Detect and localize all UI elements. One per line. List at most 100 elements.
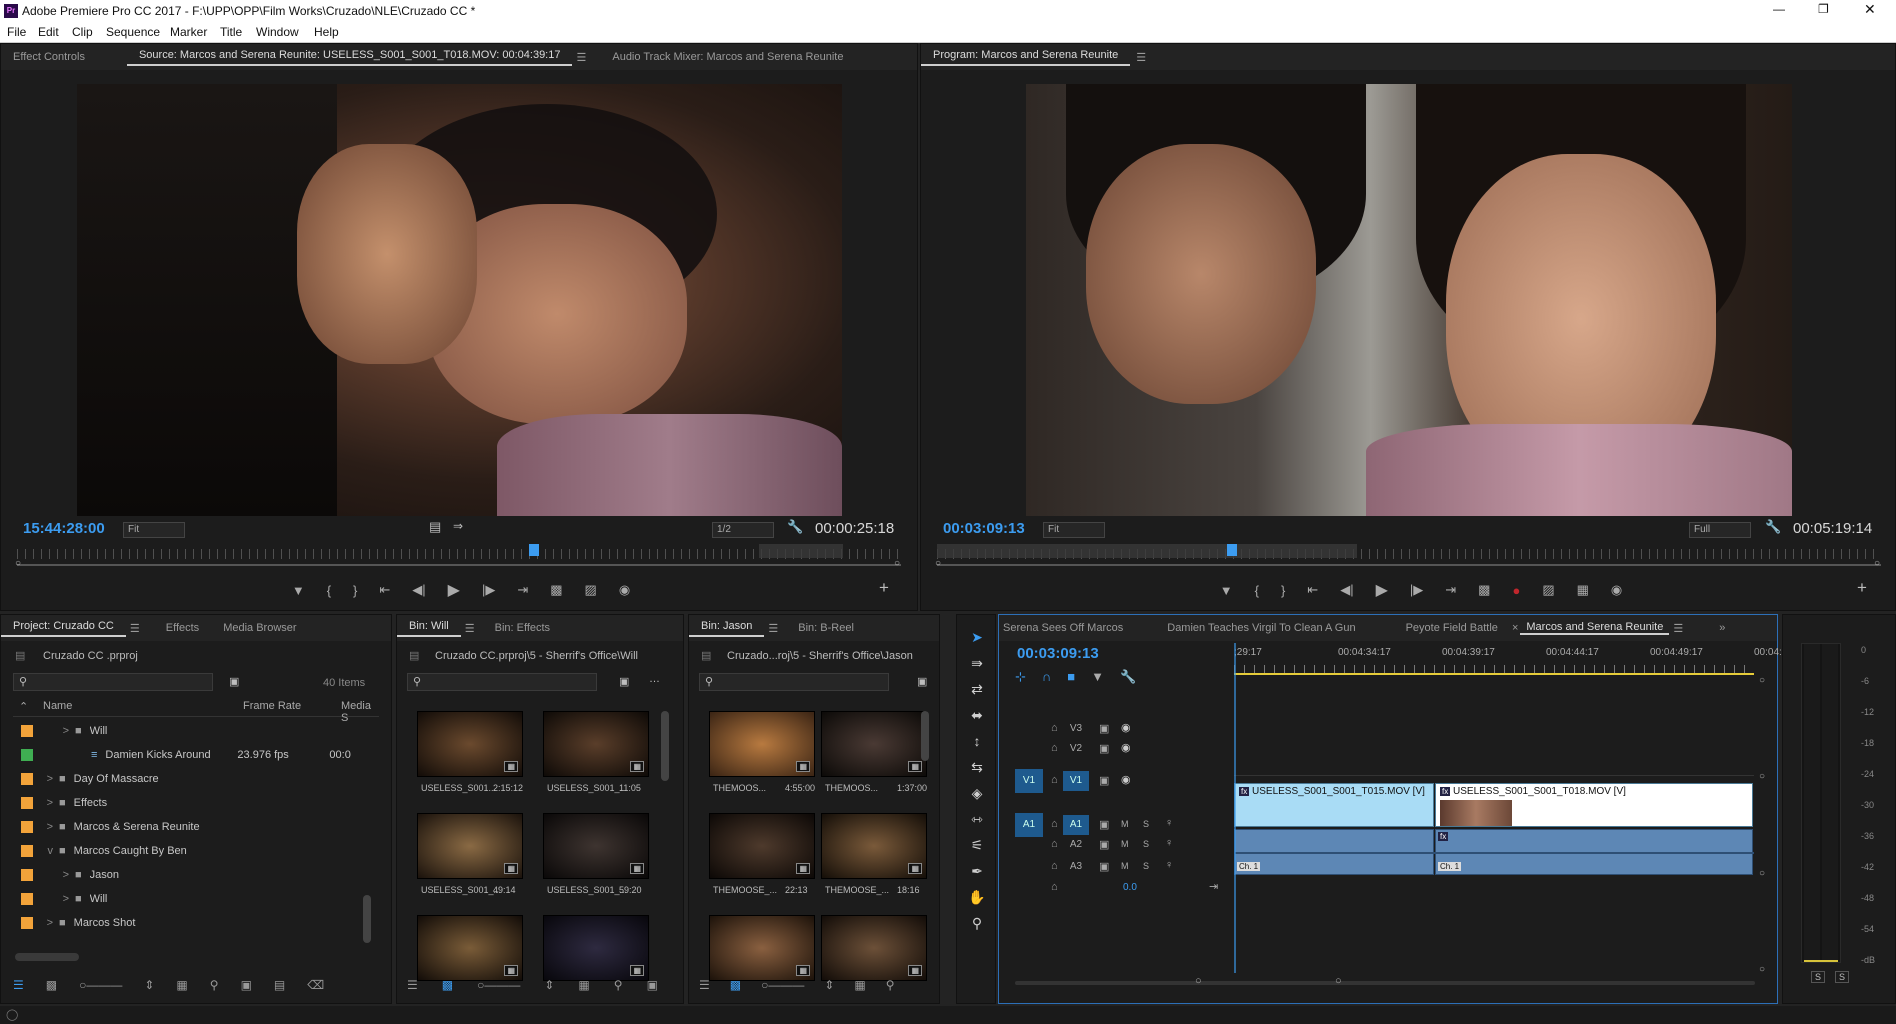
add-marker-icon[interactable]: ▼: [292, 583, 305, 598]
razor-tool-icon[interactable]: ◈: [965, 781, 989, 805]
solo-button[interactable]: S: [1143, 819, 1149, 829]
tab-program[interactable]: Program: Marcos and Serena Reunite: [921, 49, 1131, 66]
sort-icons-icon[interactable]: ⇕: [144, 978, 154, 992]
project-row[interactable]: > ■ Will: [13, 719, 379, 743]
ripple-edit-tool-icon[interactable]: ⇄: [965, 677, 989, 701]
track-header-a3[interactable]: ⌂ A3 ▣ M S ♀: [1009, 857, 1229, 877]
column-name[interactable]: Name: [43, 700, 72, 712]
sort-icon[interactable]: ⌃: [19, 700, 28, 713]
program-resolution-dropdown[interactable]: Full: [1689, 522, 1751, 538]
menu-edit[interactable]: Edit: [38, 25, 59, 39]
bin-jason-scrollbar[interactable]: [921, 711, 929, 761]
solo-button[interactable]: S: [1143, 839, 1149, 849]
add-marker-icon[interactable]: ▼: [1220, 583, 1233, 598]
source-playhead[interactable]: [529, 544, 539, 556]
tab-source[interactable]: Source: Marcos and Serena Reunite: USELE…: [126, 49, 573, 66]
more-panels-icon[interactable]: »: [1707, 622, 1737, 634]
clip-a1-t018[interactable]: fx Ch. 1: [1435, 829, 1754, 875]
track-target-label[interactable]: A2: [1063, 835, 1089, 855]
expand-arrow-icon[interactable]: >: [43, 773, 59, 785]
clip-v1-t015[interactable]: fx USELESS_S001_S001_T015.MOV [V]: [1234, 783, 1434, 827]
step-back-icon[interactable]: ◀|: [1340, 582, 1353, 598]
tab-media-browser[interactable]: Media Browser: [211, 622, 308, 634]
program-playhead[interactable]: [1227, 544, 1237, 556]
track-target-label[interactable]: V1: [1063, 771, 1089, 791]
icon-view-icon[interactable]: ▩: [442, 978, 453, 992]
lock-icon[interactable]: ⌂: [1051, 818, 1058, 830]
new-bin-from-search-icon[interactable]: ▣: [229, 675, 239, 688]
go-to-out-icon[interactable]: ⇥: [517, 582, 528, 598]
lock-icon[interactable]: ⌂: [1051, 838, 1058, 850]
zoom-slider[interactable]: ○———: [761, 978, 804, 992]
label-color-swatch[interactable]: [21, 797, 33, 809]
label-color-swatch[interactable]: [21, 749, 33, 761]
record-icon[interactable]: ●: [1512, 583, 1520, 598]
panel-menu-icon[interactable]: ☰: [1669, 622, 1687, 635]
step-back-icon[interactable]: ◀|: [412, 582, 425, 598]
nest-icon[interactable]: ⊹: [1015, 669, 1026, 685]
clip-thumbnail[interactable]: ▦: [821, 915, 927, 981]
track-target-label[interactable]: V2: [1063, 739, 1089, 759]
go-to-in-icon[interactable]: ⇤: [1307, 582, 1318, 598]
add-button[interactable]: +: [879, 578, 889, 598]
new-item-icon[interactable]: ▤: [274, 978, 285, 992]
project-h-scrollbar[interactable]: [15, 953, 79, 961]
camera-icon[interactable]: ◉: [1611, 582, 1622, 598]
selection-tool-icon[interactable]: ➤: [965, 625, 989, 649]
track-target-label[interactable]: A3: [1063, 857, 1089, 877]
search-icon[interactable]: ⚲: [886, 978, 895, 992]
zoom-handle-left[interactable]: ○: [935, 558, 941, 569]
panel-menu-icon[interactable]: ☰: [764, 622, 782, 635]
zoom-handle-right[interactable]: ○: [1874, 558, 1880, 569]
linked-selection-icon[interactable]: ■: [1067, 669, 1075, 685]
step-forward-icon[interactable]: |▶: [482, 582, 495, 598]
wrench-icon[interactable]: 🔧: [1765, 519, 1781, 535]
lock-icon[interactable]: ⌂: [1051, 774, 1058, 786]
mic-icon[interactable]: ♀: [1165, 837, 1173, 849]
list-view-icon[interactable]: ☰: [407, 978, 418, 992]
project-row[interactable]: > ■ Marcos & Serena Reunite: [13, 815, 379, 839]
rate-stretch-tool-icon[interactable]: ↕: [965, 729, 989, 753]
overwrite-icon[interactable]: ▨: [585, 582, 597, 598]
snap-icon[interactable]: ∩: [1042, 669, 1051, 685]
project-row[interactable]: > ■ Marcos Shot: [13, 911, 379, 935]
panel-menu-icon[interactable]: ☰: [1130, 51, 1152, 64]
solo-left-button[interactable]: S: [1811, 971, 1826, 983]
track-header-a2[interactable]: ⌂ A2 ▣ M S ♀: [1009, 835, 1229, 855]
automate-icon[interactable]: ▦: [854, 978, 865, 992]
source-patch-toggle[interactable]: V1: [1015, 769, 1043, 793]
tab-sequence-1[interactable]: Serena Sees Off Marcos: [999, 622, 1135, 634]
track-header-v1[interactable]: V1 ⌂ V1 ▣ ◉: [1009, 761, 1229, 801]
mute-button[interactable]: M: [1121, 861, 1129, 871]
menu-window[interactable]: Window: [256, 25, 299, 39]
project-row[interactable]: > ■ Jason: [13, 863, 379, 887]
clip-thumbnail[interactable]: ▦: [543, 711, 649, 777]
clip-thumbnail[interactable]: ▦: [821, 813, 927, 879]
film-icon[interactable]: ▣: [1099, 722, 1109, 735]
work-area-bar[interactable]: [1234, 673, 1754, 675]
clip-thumbnail[interactable]: ▦: [709, 915, 815, 981]
restore-button[interactable]: ❐: [1818, 2, 1829, 16]
insert-overwrite-icon[interactable]: ⇒: [453, 519, 463, 533]
tab-sequence-2[interactable]: Damien Teaches Virgil To Clean A Gun: [1155, 622, 1367, 634]
new-bin-icon[interactable]: ▣: [647, 978, 658, 992]
clip-a1-t015[interactable]: Ch. 1: [1234, 829, 1435, 875]
track-header-v2[interactable]: ⌂ V2 ▣ ◉: [1009, 739, 1229, 759]
menu-title[interactable]: Title: [220, 25, 242, 39]
mute-button[interactable]: M: [1121, 819, 1129, 829]
play-icon[interactable]: ▶: [448, 580, 460, 600]
tab-bin-effects[interactable]: Bin: Effects: [483, 622, 562, 634]
sort-icons-icon[interactable]: ⇕: [544, 978, 554, 992]
project-row[interactable]: v ■ Marcos Caught By Ben: [13, 839, 379, 863]
master-volume[interactable]: 0.0: [1123, 882, 1137, 893]
tab-bin-b-reel[interactable]: Bin: B-Reel: [786, 622, 866, 634]
project-row[interactable]: > ■ Will: [13, 887, 379, 911]
timeline-h-scroll[interactable]: ○ ○: [1015, 975, 1755, 987]
wrench-icon[interactable]: 🔧: [1120, 669, 1136, 685]
mute-button[interactable]: M: [1121, 839, 1129, 849]
track-target-label[interactable]: A1: [1063, 815, 1089, 835]
close-tab-icon[interactable]: ×: [1510, 622, 1520, 634]
list-view-icon[interactable]: ☰: [13, 978, 24, 992]
eye-icon[interactable]: ◉: [1121, 741, 1131, 754]
solo-button[interactable]: S: [1143, 861, 1149, 871]
